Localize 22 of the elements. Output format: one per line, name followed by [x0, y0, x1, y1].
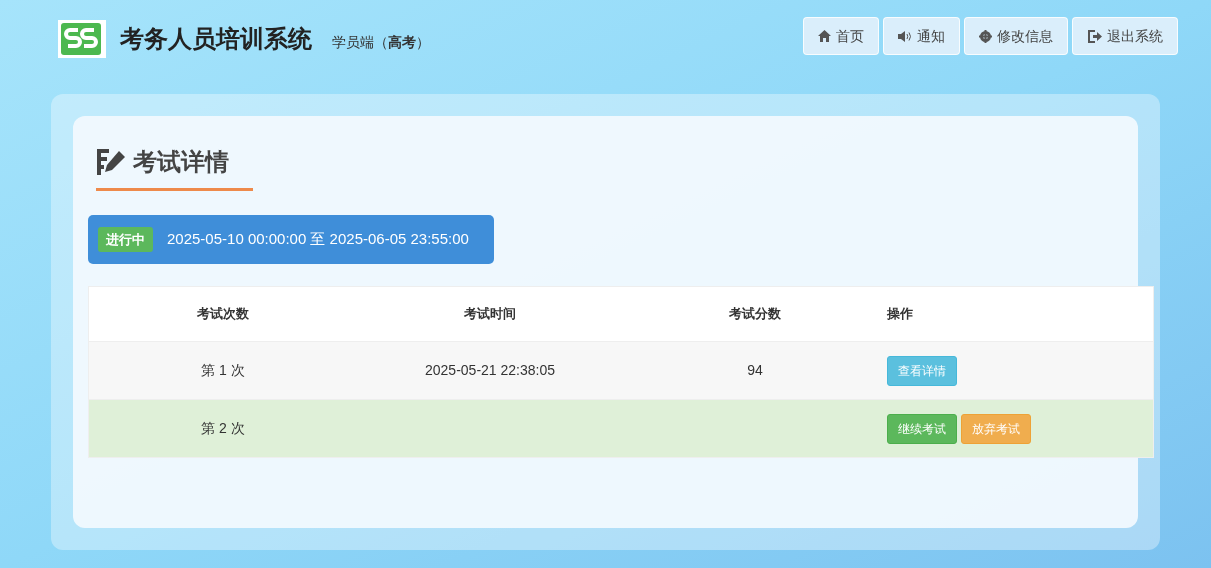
- table-cell-text: 2025-05-21 22:38:05: [425, 361, 555, 380]
- column-header: 考试分数: [729, 305, 781, 324]
- column-header: 操作: [887, 305, 913, 324]
- status-badge: 进行中: [98, 226, 153, 253]
- logo-icon: [58, 20, 106, 58]
- exam-period-text: 2025-05-10 00:00:00 至 2025-06-05 23:55:00: [167, 229, 469, 250]
- column-header: 考试次数: [197, 305, 249, 324]
- nav-button[interactable]: 通知: [883, 17, 960, 55]
- nav-button[interactable]: 修改信息: [964, 17, 1068, 55]
- app-subtitle: 学员端（高考）: [332, 32, 430, 52]
- table-cell-text: 第 2 次: [201, 419, 245, 438]
- app-title: 考务人员培训系统: [120, 24, 312, 54]
- logout-icon: [1087, 29, 1102, 43]
- speaker-icon: [898, 30, 912, 42]
- column-header: 考试时间: [464, 305, 516, 324]
- edit-icon: [97, 149, 127, 175]
- table-cell-text: 94: [747, 361, 763, 380]
- nav-button[interactable]: 退出系统: [1072, 17, 1178, 55]
- nav-button[interactable]: 首页: [803, 17, 879, 55]
- table-cell-text: 第 1 次: [201, 361, 245, 380]
- home-icon: [818, 30, 831, 42]
- section-title: 考试详情: [133, 147, 230, 177]
